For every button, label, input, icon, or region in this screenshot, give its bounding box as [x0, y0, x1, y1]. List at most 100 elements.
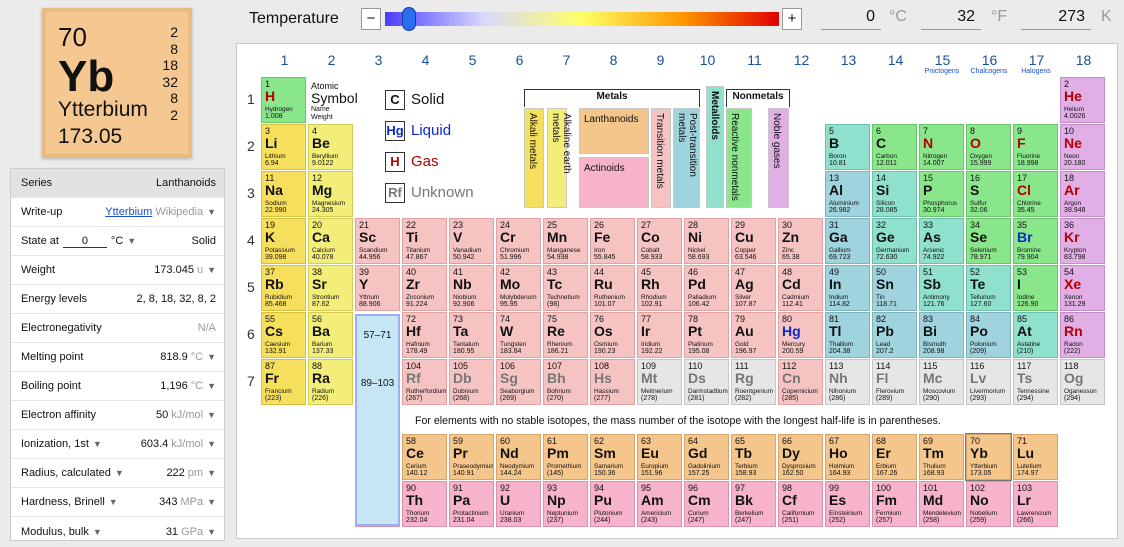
chevron-down-icon[interactable]: ▼: [207, 468, 216, 478]
element-cell[interactable]: 30 Zn Zinc 65.38: [778, 218, 823, 264]
chevron-down-icon[interactable]: ▼: [109, 497, 118, 507]
element-cell[interactable]: 41 Nb Niobium 92.906: [449, 265, 494, 311]
element-cell[interactable]: 107 Bh Bohrium (270): [543, 359, 588, 405]
element-cell[interactable]: 114 Fl Flerovium (289): [872, 359, 917, 405]
chevron-down-icon[interactable]: ▼: [207, 352, 216, 362]
element-cell[interactable]: 43 Tc Technetium (98): [543, 265, 588, 311]
element-cell[interactable]: 106 Sg Seaborgium (269): [496, 359, 541, 405]
legend-alkaline[interactable]: Alkaline earth metals: [547, 108, 572, 208]
element-cell[interactable]: 13 Al Aluminium 26.982: [825, 171, 870, 217]
chevron-down-icon[interactable]: ▼: [127, 236, 136, 246]
radius-select[interactable]: Radius, calculated: [21, 467, 111, 479]
element-cell[interactable]: 23 V Vanadium 50.942: [449, 218, 494, 264]
element-cell[interactable]: 95 Am Americium (243): [637, 481, 682, 527]
element-cell[interactable]: 116 Lv Livermorium (293): [966, 359, 1011, 405]
element-cell[interactable]: 12 Mg Magnesium 24.305: [308, 171, 353, 217]
element-cell[interactable]: 54 Xe Xenon 131.29: [1060, 265, 1105, 311]
element-cell[interactable]: 11 Na Sodium 22.990: [261, 171, 306, 217]
temperature-slider[interactable]: [385, 12, 779, 26]
element-cell[interactable]: 104 Rf Rutherfordium (267): [402, 359, 447, 405]
element-cell[interactable]: 42 Mo Molybdenum 95.95: [496, 265, 541, 311]
element-cell[interactable]: 29 Cu Copper 63.546: [731, 218, 776, 264]
chevron-down-icon[interactable]: ▼: [93, 527, 102, 537]
writeup-source-select[interactable]: Wikipedia: [155, 206, 203, 218]
weight-unit-select[interactable]: u: [197, 264, 203, 276]
group-number[interactable]: 8: [590, 52, 637, 68]
group-number[interactable]: 17: [1013, 52, 1060, 68]
element-cell[interactable]: 118 Og Oganesson (294): [1060, 359, 1105, 405]
element-cell[interactable]: 102 No Nobelium (259): [966, 481, 1011, 527]
element-cell[interactable]: 7 N Nitrogen 14.007: [919, 124, 964, 170]
element-cell[interactable]: 37 Rb Rubidium 85.468: [261, 265, 306, 311]
element-cell[interactable]: 92 U Uranium 238.03: [496, 481, 541, 527]
element-cell[interactable]: 10 Ne Neon 20.180: [1060, 124, 1105, 170]
legend-transition[interactable]: Transition metals: [651, 108, 671, 208]
element-cell[interactable]: 34 Se Selenium 78.971: [966, 218, 1011, 264]
element-cell[interactable]: 46 Pd Palladium 106.42: [684, 265, 729, 311]
element-cell[interactable]: 111 Rg Roentgenium (282): [731, 359, 776, 405]
f-block-placeholder[interactable]: 57–71 89–103: [355, 314, 400, 526]
element-cell[interactable]: 49 In Indium 114.82: [825, 265, 870, 311]
element-cell[interactable]: 62 Sm Samarium 150.36: [590, 434, 635, 480]
element-cell[interactable]: 69 Tm Thulium 168.93: [919, 434, 964, 480]
element-cell[interactable]: 35 Br Bromine 79.904: [1013, 218, 1058, 264]
period-number[interactable]: 2: [247, 138, 255, 154]
group-number[interactable]: 9: [637, 52, 684, 68]
element-cell[interactable]: 68 Er Erbium 167.26: [872, 434, 917, 480]
chevron-down-icon[interactable]: ▼: [115, 468, 124, 478]
celsius-input[interactable]: 0: [821, 8, 881, 30]
element-cell[interactable]: 117 Ts Tennessine (294): [1013, 359, 1058, 405]
group-number[interactable]: 3: [355, 52, 402, 68]
element-cell[interactable]: 5 B Boron 10.81: [825, 124, 870, 170]
element-cell[interactable]: 100 Fm Fermium (257): [872, 481, 917, 527]
group-number[interactable]: 14: [872, 52, 919, 68]
group-number[interactable]: 2: [308, 52, 355, 68]
element-cell[interactable]: 97 Bk Berkelium (247): [731, 481, 776, 527]
modulus-select[interactable]: Modulus, bulk: [21, 526, 89, 538]
hardness-select[interactable]: Hardness, Brinell: [21, 496, 105, 508]
group-number[interactable]: 7: [543, 52, 590, 68]
element-cell[interactable]: 9 F Fluorine 18.998: [1013, 124, 1058, 170]
element-cell[interactable]: 55 Cs Caesium 132.91: [261, 312, 306, 358]
element-cell[interactable]: 86 Rn Radon (222): [1060, 312, 1105, 358]
element-cell[interactable]: 22 Ti Titanium 47.867: [402, 218, 447, 264]
element-cell[interactable]: 112 Cn Copernicium (285): [778, 359, 823, 405]
element-cell[interactable]: 39 Y Yttrium 88.906: [355, 265, 400, 311]
legend-noble[interactable]: Noble gases: [768, 108, 789, 208]
element-cell[interactable]: 58 Ce Cerium 140.12: [402, 434, 447, 480]
element-cell[interactable]: 103 Lr Lawrencium (266): [1013, 481, 1058, 527]
group-number[interactable]: 13: [825, 52, 872, 68]
element-cell[interactable]: 8 O Oxygen 15.999: [966, 124, 1011, 170]
affinity-unit-select[interactable]: kJ/mol: [171, 409, 203, 421]
element-cell[interactable]: 28 Ni Nickel 58.693: [684, 218, 729, 264]
element-cell[interactable]: 53 I Iodine 126.90: [1013, 265, 1058, 311]
state-temp-input[interactable]: 0: [62, 235, 107, 248]
group-number[interactable]: 10: [684, 52, 731, 68]
group-number[interactable]: 1: [261, 52, 308, 68]
element-cell[interactable]: 79 Au Gold 196.97: [731, 312, 776, 358]
period-number[interactable]: 5: [247, 279, 255, 295]
element-cell[interactable]: 16 S Sulfur 32.06: [966, 171, 1011, 217]
element-cell[interactable]: 83 Bi Bismuth 208.98: [919, 312, 964, 358]
element-cell[interactable]: 64 Gd Gadolinium 157.25: [684, 434, 729, 480]
element-cell[interactable]: 113 Nh Nihonium (286): [825, 359, 870, 405]
element-cell[interactable]: 105 Db Dubnium (268): [449, 359, 494, 405]
element-cell[interactable]: 93 Np Neptunium (237): [543, 481, 588, 527]
fahrenheit-input[interactable]: 32: [921, 8, 981, 30]
element-cell[interactable]: 75 Re Rhenium 186.21: [543, 312, 588, 358]
element-cell[interactable]: 18 Ar Argon 39.948: [1060, 171, 1105, 217]
element-cell[interactable]: 80 Hg Mercury 200.59: [778, 312, 823, 358]
group-number[interactable]: 11: [731, 52, 778, 68]
element-cell[interactable]: 115 Mc Moscovium (290): [919, 359, 964, 405]
chevron-down-icon[interactable]: ▼: [207, 410, 216, 420]
element-cell[interactable]: 14 Si Silicon 28.085: [872, 171, 917, 217]
element-cell[interactable]: 44 Ru Ruthenium 101.07: [590, 265, 635, 311]
legend-metalloids[interactable]: Metalloids: [706, 86, 724, 208]
boiling-unit-select[interactable]: °C: [191, 380, 203, 392]
chevron-down-icon[interactable]: ▼: [207, 497, 216, 507]
selected-element-tile[interactable]: 70 Yb Ytterbium 173.05 2 8 18 32 8 2: [42, 8, 192, 158]
state-unit-select[interactable]: °C: [111, 235, 123, 247]
group-number[interactable]: 5: [449, 52, 496, 68]
chevron-down-icon[interactable]: ▼: [207, 439, 216, 449]
hardness-unit-select[interactable]: MPa: [180, 496, 203, 508]
